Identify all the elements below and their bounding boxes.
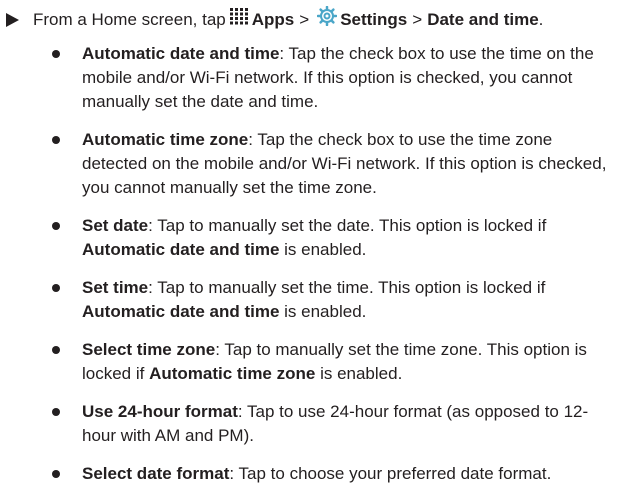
bullet-icon — [52, 346, 60, 354]
list-item: Set date: Tap to manually set the date. … — [46, 214, 618, 262]
settings-gear-icon — [316, 5, 338, 33]
option-term: Select date format — [82, 464, 230, 483]
option-list: Automatic date and time: Tap the check b… — [46, 42, 618, 486]
document-page: From a Home screen, tap Apps > Settings … — [0, 0, 628, 504]
list-item: Automatic time zone: Tap the check box t… — [46, 128, 618, 200]
bullet-icon — [52, 222, 60, 230]
step-prefix: From a Home screen, tap — [33, 9, 226, 29]
option-reference: Automatic date and time — [82, 240, 280, 259]
option-reference: Automatic date and time — [82, 302, 280, 321]
option-description: : Tap to manually set the date. This opt… — [148, 216, 547, 235]
list-item: Select date format: Tap to choose your p… — [46, 462, 618, 486]
list-item: Select time zone: Tap to manually set th… — [46, 338, 618, 386]
option-description: : Tap to choose your preferred date form… — [229, 464, 552, 483]
bullet-icon — [52, 284, 60, 292]
option-term: Set time — [82, 278, 149, 297]
date-and-time-label: Date and time — [427, 9, 539, 29]
breadcrumb-separator: > — [299, 9, 310, 29]
settings-label: Settings — [340, 9, 408, 29]
list-item: Automatic date and time: Tap the check b… — [46, 42, 618, 114]
breadcrumb-separator: > — [412, 9, 423, 29]
bullet-icon — [52, 470, 60, 478]
instruction-step: From a Home screen, tap Apps > Settings … — [6, 5, 544, 33]
option-term: Use 24-hour format — [82, 402, 238, 421]
option-description-tail: is enabled. — [279, 240, 367, 259]
option-term: Select time zone — [82, 340, 216, 359]
option-reference: Automatic time zone — [149, 364, 316, 383]
step-arrow-icon — [6, 12, 19, 27]
option-term: Set date — [82, 216, 149, 235]
option-term: Automatic time zone — [82, 130, 249, 149]
apps-grid-icon — [228, 7, 249, 32]
option-description-tail: is enabled. — [315, 364, 403, 383]
bullet-icon — [52, 50, 60, 58]
list-item: Set time: Tap to manually set the time. … — [46, 276, 618, 324]
apps-label: Apps — [251, 9, 295, 29]
bullet-icon — [52, 136, 60, 144]
option-description-tail: is enabled. — [279, 302, 367, 321]
bullet-icon — [52, 408, 60, 416]
option-description: : Tap to manually set the time. This opt… — [148, 278, 546, 297]
list-item: Use 24-hour format: Tap to use 24-hour f… — [46, 400, 618, 448]
step-end: . — [538, 9, 544, 29]
option-term: Automatic date and time — [82, 44, 280, 63]
